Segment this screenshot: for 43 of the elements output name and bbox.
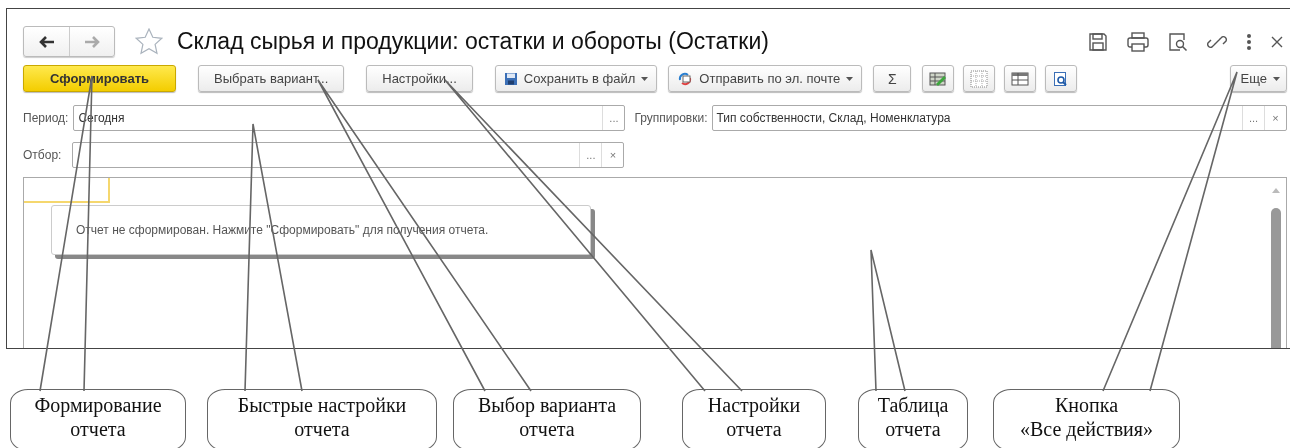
star-icon[interactable]: [135, 28, 163, 55]
window-title: Склад сырья и продукции: остатки и обороты (Остатки): [177, 28, 769, 55]
more-button[interactable]: Еще: [1229, 65, 1287, 92]
callout: Настройки отчета: [682, 389, 826, 448]
field-label: Период:: [23, 111, 69, 125]
caret-icon: [641, 76, 649, 81]
grid-icon: [970, 69, 989, 88]
toolbar-icon-button[interactable]: [922, 65, 955, 92]
field-label: Группировки:: [634, 111, 708, 125]
callout: Формирование отчета: [10, 389, 186, 448]
caret-icon: [1273, 76, 1280, 81]
toolbar-icon-button[interactable]: [1045, 65, 1078, 92]
choice-button[interactable]: ...: [579, 143, 602, 167]
dropdown-button[interactable]: Сохранить в файл: [494, 65, 658, 92]
input-field[interactable]: ... ×: [72, 142, 625, 168]
preview-icon[interactable]: [1168, 31, 1188, 52]
choice-button[interactable]: ...: [1242, 106, 1264, 130]
table-icon: [1011, 71, 1030, 86]
toolbar-button[interactable]: Настройки...: [366, 65, 473, 92]
right-arrow-icon: [84, 35, 100, 48]
print-icon[interactable]: [1127, 31, 1149, 52]
toolbar-button[interactable]: Выбрать вариант...: [198, 65, 345, 92]
field-label: Отбор:: [23, 148, 62, 162]
input-field[interactable]: Тип собственности, Склад, Номенклатура ... ×: [711, 105, 1287, 131]
toolbar-icon-button[interactable]: [1004, 65, 1037, 92]
clear-button[interactable]: ×: [1264, 106, 1286, 130]
choice-button[interactable]: ...: [602, 106, 625, 130]
table-edit-icon: [929, 70, 948, 87]
callout: Таблица отчета: [858, 389, 968, 448]
caret-icon: [846, 76, 854, 81]
callout: Выбор варианта отчета: [453, 389, 641, 448]
callout: Быстрые настройки отчета: [207, 389, 437, 448]
dropdown-button[interactable]: Отправить по эл. почте: [668, 65, 863, 92]
left-arrow-icon: [38, 35, 55, 48]
generate-button[interactable]: Сформировать: [23, 65, 177, 92]
clear-button[interactable]: ×: [601, 143, 624, 167]
save-icon[interactable]: [1088, 31, 1108, 52]
scrollbar-thumb[interactable]: [1271, 208, 1281, 348]
more-icon[interactable]: [1246, 32, 1252, 51]
callout: Кнопка «Все действия»: [993, 389, 1180, 448]
close-icon[interactable]: [1271, 35, 1283, 48]
sync-mail-icon: [677, 70, 694, 87]
sum-button[interactable]: Σ: [873, 65, 912, 92]
